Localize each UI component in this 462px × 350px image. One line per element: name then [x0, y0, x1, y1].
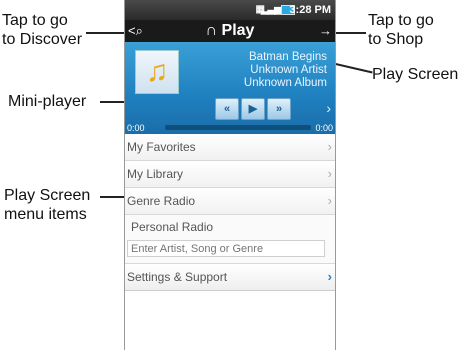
progress-track[interactable]	[165, 125, 311, 130]
progress-bar[interactable]: 0:00 0:00	[125, 122, 335, 134]
personal-radio-section: Personal Radio	[125, 215, 335, 264]
title-bar: <⌕ ∩ Play →	[125, 20, 335, 42]
chevron-right-icon: ›	[327, 193, 332, 208]
elapsed-time: 0:00	[127, 123, 145, 133]
chevron-right-icon: ›	[327, 269, 332, 284]
chevron-right-icon: ›	[327, 139, 332, 154]
menu-item-settings[interactable]: Settings & Support ›	[125, 264, 335, 291]
track-info: Batman Begins Unknown Artist Unknown Alb…	[185, 51, 327, 90]
page-title: ∩ Play	[205, 22, 255, 39]
signal-icon: ▂▃▅	[260, 4, 282, 15]
menu-item-favorites[interactable]: My Favorites ›	[125, 134, 335, 161]
total-time: 0:00	[315, 123, 333, 133]
shop-button[interactable]: →	[319, 23, 332, 38]
personal-radio-label: Personal Radio	[131, 220, 214, 234]
chevron-right-icon[interactable]: ›	[326, 100, 331, 116]
menu-item-library[interactable]: My Library ›	[125, 161, 335, 188]
menu-item-genre-radio[interactable]: Genre Radio ›	[125, 188, 335, 215]
track-title: Batman Begins	[249, 51, 327, 63]
music-note-icon: ♫	[135, 50, 179, 94]
callout-menu-items: Play Screen menu items	[4, 187, 91, 223]
chevron-right-icon: ›	[327, 166, 332, 181]
playback-controls: «▶»	[215, 98, 293, 120]
status-time: 3:28 PM	[289, 4, 331, 16]
menu-item-label: My Library	[127, 167, 184, 181]
callout-play-screen: Play Screen	[372, 66, 459, 83]
rewind-button[interactable]: «	[215, 98, 239, 120]
status-bar: ▦ ▂▃▅ 3:28 PM	[125, 0, 335, 20]
menu-item-label: Genre Radio	[127, 194, 196, 208]
callout-discover: Tap to go to Discover	[2, 12, 83, 48]
menu-item-label: Settings & Support	[127, 270, 228, 284]
phone-screen: ▦ ▂▃▅ 3:28 PM <⌕ ∩ Play → ♫ Batman Begin…	[124, 0, 336, 350]
forward-button[interactable]: »	[267, 98, 291, 120]
mini-player[interactable]: ♫ Batman Begins Unknown Artist Unknown A…	[125, 42, 335, 134]
track-artist: Unknown Artist	[250, 64, 327, 76]
personal-radio-search-input[interactable]	[127, 240, 325, 257]
track-album: Unknown Album	[243, 77, 327, 89]
play-button[interactable]: ▶	[241, 98, 265, 120]
menu-item-label: My Favorites	[127, 140, 196, 154]
callout-shop: Tap to go to Shop	[368, 12, 434, 48]
callout-mini-player: Mini-player	[8, 93, 87, 110]
play-screen-menu: My Favorites › My Library › Genre Radio …	[125, 134, 335, 291]
